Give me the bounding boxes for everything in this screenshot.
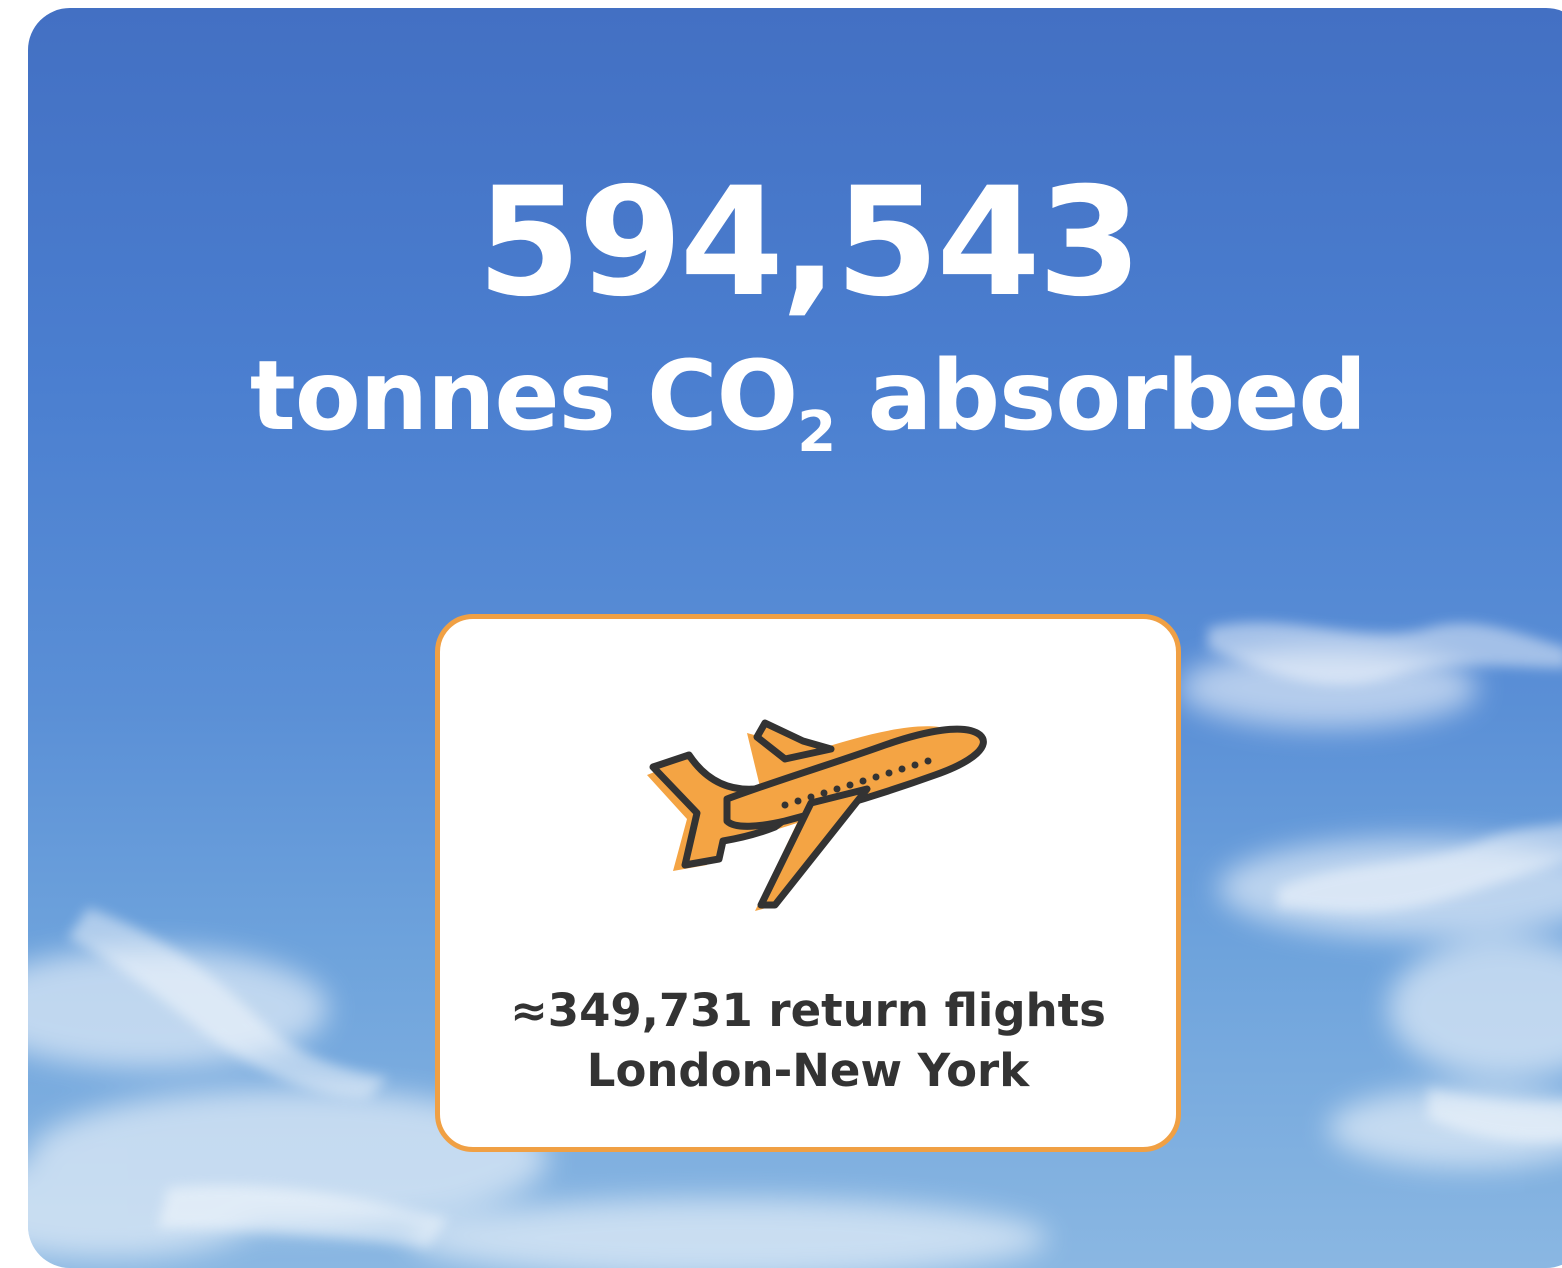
- unit-prefix: tonnes CO: [249, 340, 798, 452]
- airplane-icon: [647, 719, 987, 911]
- flight-equivalence-text: ≈349,731 return flights London-New York: [440, 981, 1176, 1101]
- sky-background-card: 594,543 tonnes CO2 absorbed ≈349,731 ret…: [28, 8, 1562, 1268]
- equivalence-line-2: London-New York: [586, 1044, 1030, 1097]
- unit-suffix: absorbed: [835, 340, 1367, 452]
- unit-subscript: 2: [797, 400, 836, 465]
- equivalence-line-1: ≈349,731 return flights: [510, 984, 1106, 1037]
- flight-equivalence-card: ≈349,731 return flights London-New York: [435, 614, 1181, 1152]
- co2-total-number: 594,543: [476, 156, 1142, 330]
- headline: 594,543 tonnes CO2 absorbed: [28, 156, 1562, 461]
- co2-unit-label: tonnes CO2 absorbed: [28, 336, 1562, 461]
